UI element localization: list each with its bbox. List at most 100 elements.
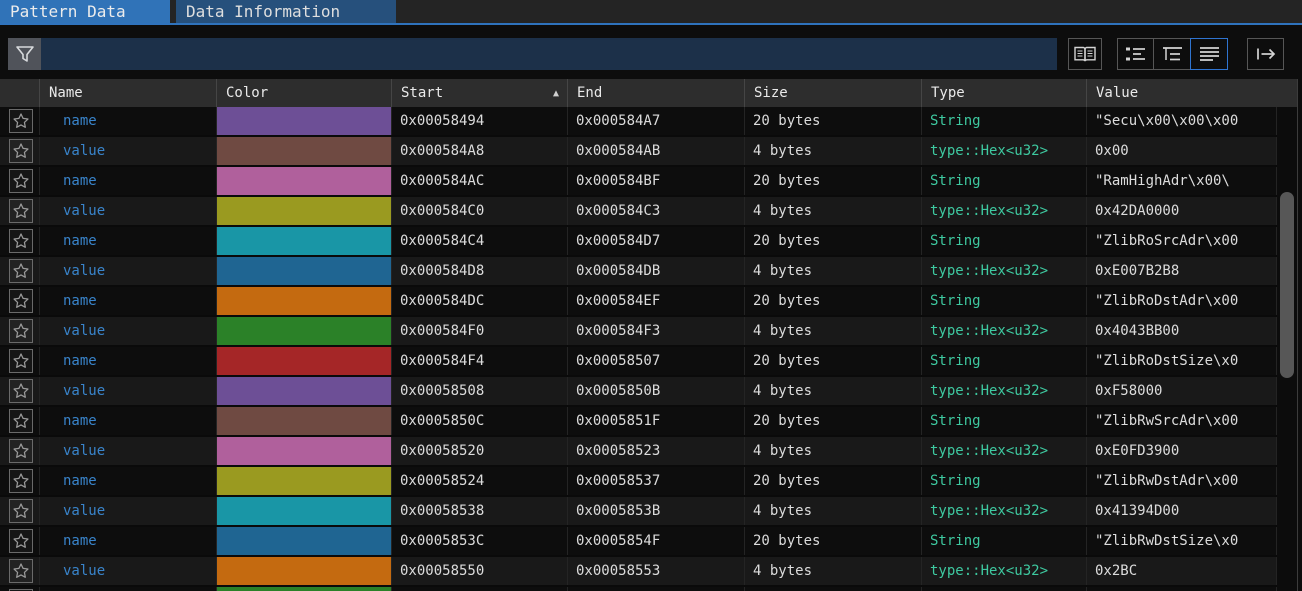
favorite-star-button[interactable]	[9, 379, 33, 403]
view-tree-hierarchy-button[interactable]	[1153, 38, 1191, 70]
color-swatch[interactable]	[217, 167, 391, 195]
favorite-star-button[interactable]	[9, 109, 33, 133]
favorite-star-button[interactable]	[9, 199, 33, 223]
color-swatch[interactable]	[217, 137, 391, 165]
star-icon	[12, 172, 30, 190]
table-row[interactable]: name0x000585240x0005853720 bytesString"Z…	[0, 467, 1277, 497]
tab-pattern-data[interactable]: Pattern Data	[0, 0, 170, 23]
color-swatch[interactable]	[217, 107, 391, 135]
favorite-star-button[interactable]	[9, 229, 33, 253]
color-swatch[interactable]	[217, 257, 391, 285]
color-cell	[217, 287, 392, 315]
favorite-star-button[interactable]	[9, 139, 33, 163]
color-swatch[interactable]	[217, 467, 391, 495]
table-row[interactable]: name0x000584940x000584A720 bytesString"S…	[0, 107, 1277, 137]
color-swatch[interactable]	[217, 557, 391, 585]
color-swatch[interactable]	[217, 587, 391, 591]
favorite-cell	[0, 107, 40, 135]
size-value: 4 bytes	[745, 197, 922, 225]
size-value: 20 bytes	[745, 167, 922, 195]
star-icon	[12, 232, 30, 250]
color-swatch[interactable]	[217, 497, 391, 525]
vertical-scrollbar-track[interactable]	[1277, 107, 1297, 591]
favorite-star-button[interactable]	[9, 259, 33, 283]
favorite-star-button[interactable]	[9, 409, 33, 433]
favorite-cell	[0, 347, 40, 375]
table-row[interactable]: value0x000585380x0005853B4 bytestype::He…	[0, 497, 1277, 527]
end-address	[568, 587, 745, 591]
size-value: 20 bytes	[745, 227, 922, 255]
favorite-star-button[interactable]	[9, 469, 33, 493]
color-cell	[217, 197, 392, 225]
star-icon	[12, 262, 30, 280]
table-row[interactable]: value0x000584C00x000584C34 bytestype::He…	[0, 197, 1277, 227]
table-row[interactable]: name0x000584DC0x000584EF20 bytesString"Z…	[0, 287, 1277, 317]
favorite-star-button[interactable]	[9, 559, 33, 583]
tab-data-information[interactable]: Data Information	[176, 0, 396, 23]
color-cell	[217, 497, 392, 525]
favorite-star-button[interactable]	[9, 319, 33, 343]
table-row[interactable]: value0x000584A80x000584AB4 bytestype::He…	[0, 137, 1277, 167]
type-name: type::Hex<u32>	[922, 557, 1087, 585]
color-swatch[interactable]	[217, 317, 391, 345]
color-swatch[interactable]	[217, 347, 391, 375]
favorite-star-button[interactable]	[9, 289, 33, 313]
color-swatch[interactable]	[217, 227, 391, 255]
color-swatch[interactable]	[217, 287, 391, 315]
header-value[interactable]: Value	[1087, 79, 1297, 107]
favorite-star-button[interactable]	[9, 169, 33, 193]
table-row[interactable]: name0x000584AC0x000584BF20 bytesString"R…	[0, 167, 1277, 197]
favorite-star-button[interactable]	[9, 529, 33, 553]
table-row[interactable]	[0, 587, 1277, 591]
table-row[interactable]: value0x000584D80x000584DB4 bytestype::He…	[0, 257, 1277, 287]
header-favorite[interactable]	[0, 79, 40, 107]
favorite-star-button[interactable]	[9, 499, 33, 523]
value-text: "ZlibRwDstSize\x0	[1087, 527, 1277, 555]
table-row[interactable]: name0x000584C40x000584D720 bytesString"Z…	[0, 227, 1277, 257]
favorite-star-button[interactable]	[9, 349, 33, 373]
value-text: 0xF58000	[1087, 377, 1277, 405]
vertical-scrollbar-thumb[interactable]	[1280, 192, 1294, 378]
header-color[interactable]: Color	[217, 79, 392, 107]
sort-ascending-icon: ▲	[553, 88, 559, 99]
table-row[interactable]: value0x000584F00x000584F34 bytestype::He…	[0, 317, 1277, 347]
favorite-star-button[interactable]	[9, 439, 33, 463]
pattern-name: name	[40, 287, 217, 315]
pattern-name: name	[40, 107, 217, 135]
header-size[interactable]: Size	[745, 79, 922, 107]
table-row[interactable]: value0x000585200x000585234 bytestype::He…	[0, 437, 1277, 467]
color-swatch[interactable]	[217, 197, 391, 225]
header-type[interactable]: Type	[922, 79, 1087, 107]
type-name: type::Hex<u32>	[922, 197, 1087, 225]
table-row[interactable]: name0x000584F40x0005850720 bytesString"Z…	[0, 347, 1277, 377]
open-book-button[interactable]	[1068, 38, 1102, 70]
end-address: 0x00058507	[568, 347, 745, 375]
table-row[interactable]: name0x0005853C0x0005854F20 bytesString"Z…	[0, 527, 1277, 557]
star-icon	[12, 142, 30, 160]
color-swatch[interactable]	[217, 527, 391, 555]
favorite-cell	[0, 197, 40, 225]
header-name[interactable]: Name	[40, 79, 217, 107]
color-swatch[interactable]	[217, 407, 391, 435]
color-cell	[217, 377, 392, 405]
filter-button[interactable]	[8, 38, 41, 70]
view-tree-list-button[interactable]	[1117, 38, 1154, 70]
favorite-cell	[0, 497, 40, 525]
header-end[interactable]: End	[568, 79, 745, 107]
value-text: 0x41394D00	[1087, 497, 1277, 525]
header-start[interactable]: Start ▲	[392, 79, 568, 107]
table-row[interactable]: value0x000585080x0005850B4 bytestype::He…	[0, 377, 1277, 407]
tab-pattern-data-label: Pattern Data	[10, 2, 126, 21]
pattern-name: name	[40, 347, 217, 375]
color-cell	[217, 347, 392, 375]
value-text: "Secu\x00\x00\x00	[1087, 107, 1277, 135]
table-row[interactable]: name0x0005850C0x0005851F20 bytesString"Z…	[0, 407, 1277, 437]
view-flat-list-button[interactable]	[1190, 38, 1228, 70]
table-row[interactable]: value0x000585500x000585534 bytestype::He…	[0, 557, 1277, 587]
type-name	[922, 587, 1087, 591]
color-swatch[interactable]	[217, 437, 391, 465]
pattern-data-panel: Pattern Data Data Information	[0, 0, 1302, 591]
color-swatch[interactable]	[217, 377, 391, 405]
jump-to-pattern-button[interactable]	[1247, 38, 1284, 70]
filter-input[interactable]	[41, 38, 1057, 70]
